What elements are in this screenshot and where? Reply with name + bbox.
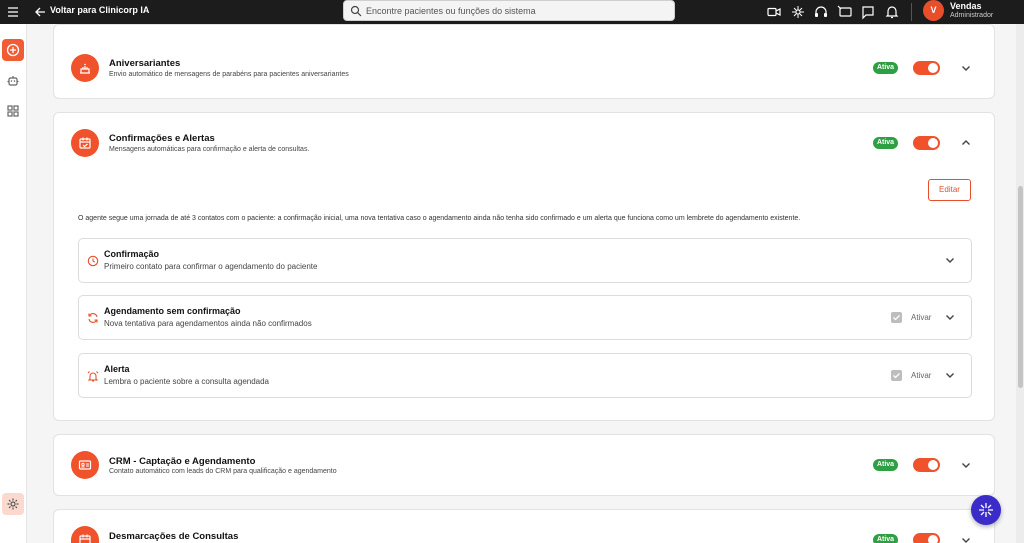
card-aniversariantes <box>53 24 995 99</box>
search-placeholder: Encontre pacientes ou funções do sistema <box>366 6 536 16</box>
activate-label: Ativar <box>911 371 932 380</box>
chat-screen-icon[interactable] <box>837 4 853 20</box>
rail-item-grid[interactable] <box>2 100 24 122</box>
card-icon-circle <box>71 54 99 82</box>
menu-icon[interactable] <box>6 4 20 20</box>
calendar-x-icon <box>79 534 91 543</box>
divider <box>911 3 912 21</box>
ai-assistant-button[interactable] <box>971 495 1001 525</box>
rail-item-robot[interactable] <box>2 70 24 92</box>
user-role: Administrador <box>950 12 994 19</box>
id-card-icon <box>78 460 92 470</box>
headset-icon[interactable] <box>813 4 829 20</box>
search-input[interactable]: Encontre pacientes ou funções do sistema <box>343 0 675 21</box>
gear-icon <box>7 498 19 510</box>
chevron-up-icon[interactable] <box>959 136 973 150</box>
status-badge: Ativa <box>873 137 898 149</box>
top-bar: Voltar para Clinicorp IA Encontre pacien… <box>0 0 1024 24</box>
back-link[interactable]: Voltar para Clinicorp IA <box>50 5 149 15</box>
step-alerta[interactable] <box>78 353 972 398</box>
card-description: Contato automático com leads do CRM para… <box>109 468 337 475</box>
user-name[interactable]: Vendas <box>950 1 982 11</box>
video-icon[interactable] <box>766 4 782 20</box>
arrow-left-icon[interactable] <box>33 4 47 20</box>
check-icon <box>893 373 900 379</box>
check-icon <box>893 315 900 321</box>
calendar-check-icon <box>79 137 91 149</box>
activate-label: Ativar <box>911 313 932 322</box>
rail-item-add[interactable] <box>2 39 24 61</box>
step-description: Primeiro contato para confirmar o agenda… <box>104 262 318 271</box>
search-icon <box>350 5 362 17</box>
card-title: CRM - Captação e Agendamento <box>109 456 256 467</box>
active-toggle[interactable] <box>913 533 940 543</box>
clock-icon <box>87 255 99 267</box>
active-toggle[interactable] <box>913 458 940 472</box>
status-badge: Ativa <box>873 534 898 543</box>
sparkle-icon <box>979 503 993 517</box>
active-toggle[interactable] <box>913 136 940 150</box>
card-title: Confirmações e Alertas <box>109 133 215 144</box>
rail-item-settings[interactable] <box>2 493 24 515</box>
step-title: Agendamento sem confirmação <box>104 306 241 316</box>
message-icon[interactable] <box>860 4 876 20</box>
step-description: Nova tentativa para agendamentos ainda n… <box>104 319 312 328</box>
edit-button[interactable]: Editar <box>928 179 971 201</box>
left-rail <box>0 24 27 543</box>
scrollbar-thumb[interactable] <box>1018 186 1023 388</box>
card-title: Desmarcações de Consultas <box>109 531 239 542</box>
card-description: Mensagens automáticas para confirmação e… <box>109 146 310 153</box>
step-agendamento-sem-confirmacao[interactable] <box>78 295 972 340</box>
active-toggle[interactable] <box>913 61 940 75</box>
cake-icon <box>80 63 90 74</box>
card-title: Aniversariantes <box>109 58 181 69</box>
grid-icon <box>7 105 19 117</box>
card-icon-circle <box>71 451 99 479</box>
chevron-down-icon[interactable] <box>943 310 957 324</box>
bell-icon[interactable] <box>884 4 900 20</box>
step-description: Lembra o paciente sobre a consulta agend… <box>104 377 270 386</box>
chevron-down-icon[interactable] <box>943 368 957 382</box>
plus-circle-icon <box>6 43 20 57</box>
refresh-icon <box>88 313 98 323</box>
step-confirmacao[interactable] <box>78 238 972 283</box>
card-description: Envio automático de mensagens de parabén… <box>109 71 349 78</box>
alarm-icon <box>87 371 99 382</box>
activate-checkbox[interactable] <box>891 370 902 381</box>
chevron-down-icon[interactable] <box>959 533 973 543</box>
status-badge: Ativa <box>873 62 898 74</box>
chevron-down-icon[interactable] <box>959 458 973 472</box>
step-title: Alerta <box>104 364 130 374</box>
activate-checkbox[interactable] <box>891 312 902 323</box>
chevron-down-icon[interactable] <box>943 253 957 267</box>
chevron-down-icon[interactable] <box>959 61 973 75</box>
status-badge: Ativa <box>873 459 898 471</box>
journey-intro: O agente segue uma jornada de até 3 cont… <box>78 215 801 222</box>
sparkle-icon[interactable] <box>790 4 806 20</box>
card-icon-circle <box>71 129 99 157</box>
avatar[interactable]: V <box>923 0 944 21</box>
step-title: Confirmação <box>104 249 160 259</box>
robot-icon <box>7 76 19 86</box>
